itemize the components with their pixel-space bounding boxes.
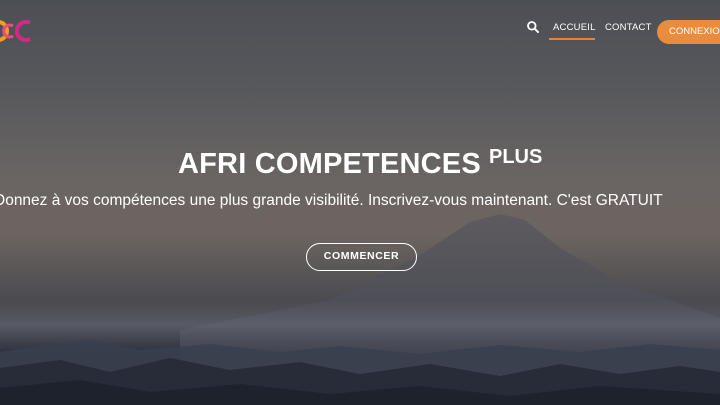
hero-tagline: Donnez à vos compétences une plus grande…: [0, 192, 663, 209]
hero-title-superscript: PLUS: [489, 146, 543, 168]
start-button[interactable]: COMMENCER: [306, 243, 417, 271]
nav-link-accueil[interactable]: ACCUEIL: [553, 22, 596, 33]
search-icon[interactable]: [526, 20, 540, 34]
top-navigation-bar: ACCUEIL CONTACT CONNEXION: [0, 0, 720, 52]
active-nav-underline: [549, 38, 595, 40]
site-logo[interactable]: [0, 16, 36, 44]
landing-page: ACCUEIL CONTACT CONNEXION AFRI COMPETENC…: [0, 0, 720, 405]
login-button[interactable]: CONNEXION: [657, 20, 720, 44]
hero-title: AFRI COMPETENCES: [178, 148, 481, 180]
nav-link-contact[interactable]: CONTACT: [605, 22, 652, 33]
